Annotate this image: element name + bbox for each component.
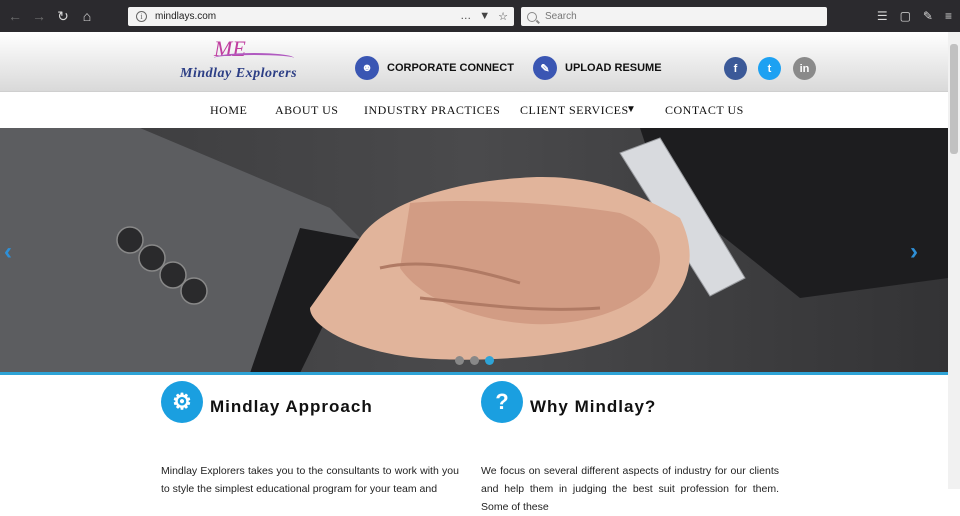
nav-about-us[interactable]: ABOUT US bbox=[275, 103, 338, 118]
url-text: mindlays.com bbox=[155, 11, 217, 22]
slider-dots bbox=[455, 356, 494, 365]
info-icon[interactable]: i bbox=[136, 11, 147, 22]
twitter-icon[interactable]: t bbox=[758, 57, 781, 80]
site-logo[interactable]: ME Mindlay Explorers bbox=[180, 36, 305, 88]
nav-industry-practices[interactable]: INDUSTRY PRACTICES bbox=[364, 103, 500, 118]
main-nav: HOME ABOUT US INDUSTRY PRACTICES CLIENT … bbox=[0, 92, 948, 128]
search-icon bbox=[527, 11, 537, 22]
hero-slider: ‹ › bbox=[0, 128, 948, 373]
reload-icon[interactable]: ↻ bbox=[54, 7, 72, 25]
corporate-connect-label: CORPORATE CONNECT bbox=[387, 62, 514, 74]
slider-dot-3[interactable] bbox=[485, 356, 494, 365]
pencil-icon: ✎ bbox=[533, 56, 557, 80]
nav-home[interactable]: HOME bbox=[210, 103, 247, 118]
section-approach: ⚙ Mindlay Approach Mindlay Explorers tak… bbox=[161, 381, 461, 495]
people-icon: ☻ bbox=[355, 56, 379, 80]
site-header: ME Mindlay Explorers ☻ CORPORATE CONNECT… bbox=[0, 32, 948, 92]
linkedin-icon[interactable]: in bbox=[793, 57, 816, 80]
home-icon[interactable]: ⌂ bbox=[78, 7, 96, 25]
nav-contact-us[interactable]: CONTACT US bbox=[665, 103, 744, 118]
back-icon[interactable]: ← bbox=[6, 7, 24, 25]
section-why: ? Why Mindlay? We focus on several diffe… bbox=[481, 381, 781, 513]
slider-next-icon[interactable]: › bbox=[910, 238, 918, 266]
menu-icon[interactable]: ≡ bbox=[945, 9, 952, 23]
bookmark-star-icon[interactable]: ☆ bbox=[498, 10, 508, 23]
question-icon: ? bbox=[481, 381, 523, 423]
section-approach-body: Mindlay Explorers takes you to the consu… bbox=[161, 465, 459, 495]
forward-icon[interactable]: → bbox=[30, 7, 48, 25]
section-approach-title: Mindlay Approach bbox=[210, 397, 373, 416]
slider-prev-icon[interactable]: ‹ bbox=[4, 238, 12, 266]
page-actions-icon[interactable]: … bbox=[460, 10, 471, 23]
upload-resume-link[interactable]: ✎ UPLOAD RESUME bbox=[533, 56, 662, 80]
slider-dot-1[interactable] bbox=[455, 356, 464, 365]
logo-swoosh bbox=[214, 53, 294, 63]
slider-dot-2[interactable] bbox=[470, 356, 479, 365]
browser-toolbar: ← → ↻ ⌂ i mindlays.com … ▼ ☆ Search ☰ ▢ … bbox=[0, 0, 960, 32]
browser-tools: ☰ ▢ ✎ ≡ bbox=[877, 9, 952, 23]
corporate-connect-link[interactable]: ☻ CORPORATE CONNECT bbox=[355, 56, 514, 80]
extension-icon[interactable]: ✎ bbox=[923, 9, 933, 23]
section-why-title: Why Mindlay? bbox=[530, 397, 657, 416]
handshake-image bbox=[0, 128, 948, 373]
facebook-icon[interactable]: f bbox=[724, 57, 747, 80]
sidebar-icon[interactable]: ▢ bbox=[900, 9, 911, 23]
library-icon[interactable]: ☰ bbox=[877, 9, 888, 23]
url-actions: … ▼ ☆ bbox=[460, 10, 508, 23]
logo-name: Mindlay Explorers bbox=[180, 66, 298, 81]
search-input[interactable]: Search bbox=[521, 7, 827, 26]
nav-client-services[interactable]: CLIENT SERVICES bbox=[520, 103, 629, 118]
gear-icon: ⚙ bbox=[161, 381, 203, 423]
search-placeholder: Search bbox=[545, 11, 577, 22]
scroll-thumb[interactable] bbox=[950, 44, 958, 154]
pocket-icon[interactable]: ▼ bbox=[479, 10, 490, 23]
address-bar[interactable]: i mindlays.com … ▼ ☆ bbox=[128, 7, 514, 26]
chevron-down-icon[interactable]: ▼ bbox=[626, 104, 636, 115]
upload-resume-label: UPLOAD RESUME bbox=[565, 62, 662, 74]
page-scrollbar[interactable] bbox=[948, 32, 960, 489]
hero-divider bbox=[0, 372, 948, 375]
section-why-body: We focus on several different aspects of… bbox=[481, 465, 779, 513]
